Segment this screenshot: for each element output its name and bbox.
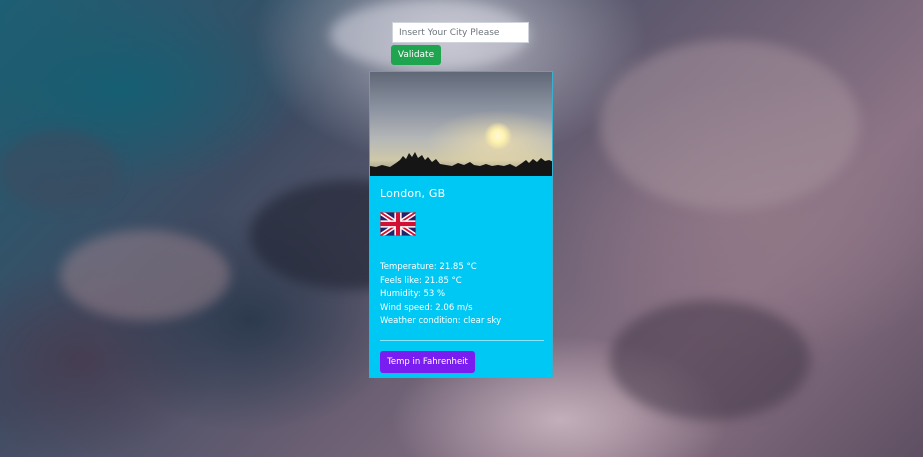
cloud-shape xyxy=(0,130,120,210)
temp-fahrenheit-button[interactable]: Temp in Fahrenheit xyxy=(380,350,475,373)
page-background: Validate London, GB Temperature: 21.85 °… xyxy=(0,0,923,457)
weather-details: Temperature: 21.85 °C Feels like: 21.85 … xyxy=(380,261,542,329)
uk-flag-icon xyxy=(380,212,416,236)
cloud-shape xyxy=(610,300,810,420)
tree-silhouette xyxy=(370,152,552,176)
feels-like-text: Feels like: 21.85 °C xyxy=(380,275,462,286)
city-search-input[interactable] xyxy=(392,22,529,43)
temperature-text: Temperature: 21.85 °C xyxy=(380,262,477,272)
humidity-text: Humidity: 53 % xyxy=(380,289,446,300)
city-title: London, GB xyxy=(380,187,446,200)
sunset-sky-photo xyxy=(370,72,552,176)
weather-card: London, GB Temperature: 21.85 °C Feels l… xyxy=(369,71,553,378)
divider xyxy=(380,339,544,341)
validate-button[interactable]: Validate xyxy=(391,45,441,65)
weather-condition-text: Weather condition: clear sky xyxy=(380,316,502,327)
cloud-shape xyxy=(60,230,230,320)
wind-speed-text: Wind speed: 2.06 m/s xyxy=(380,302,473,313)
cloud-shape xyxy=(600,40,860,210)
